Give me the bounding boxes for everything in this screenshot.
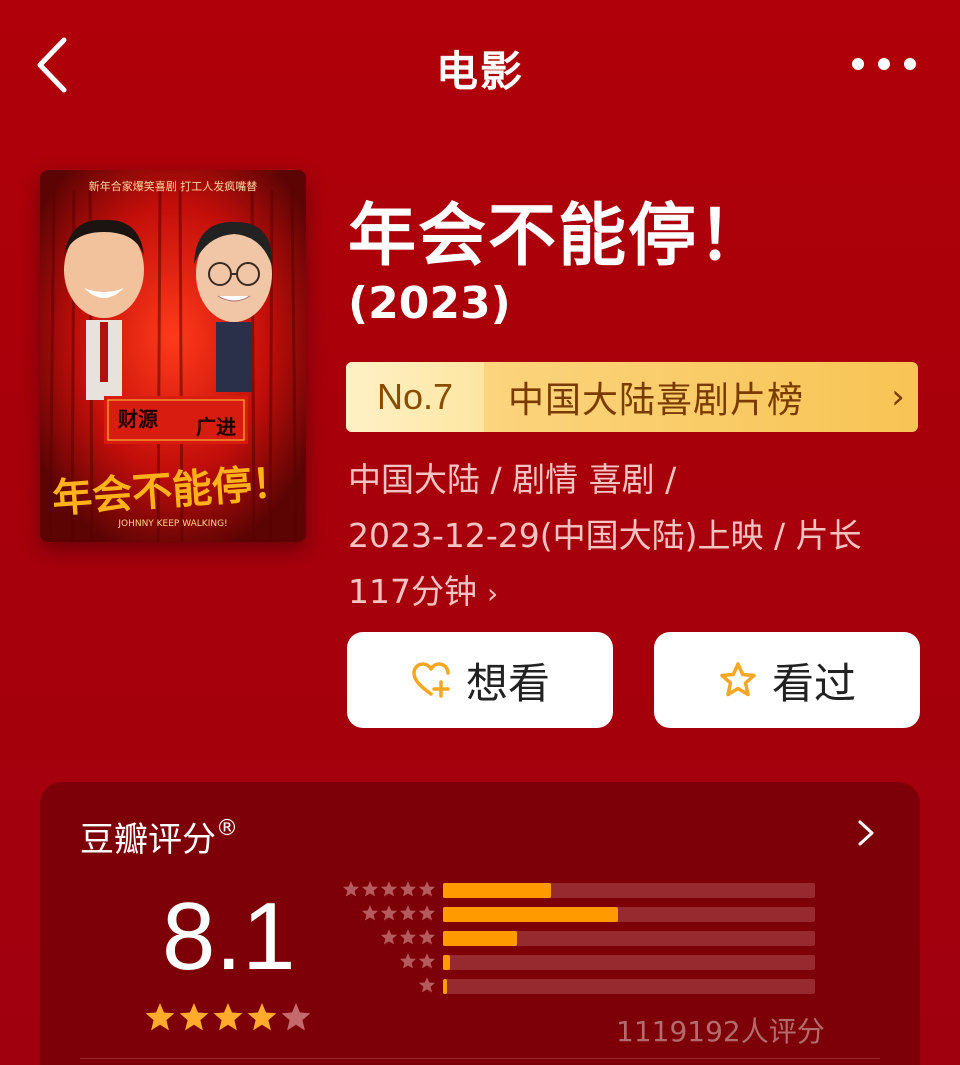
small-star-icon [399, 953, 417, 969]
rating-bar-fill [443, 955, 450, 970]
poster-subtitle-art: JOHNNY KEEP WALKING! [117, 519, 227, 529]
star-filled-icon [179, 1003, 209, 1031]
divider [80, 1058, 880, 1059]
star-filled-icon [213, 1003, 243, 1031]
rating-bar-track [443, 955, 815, 970]
rating-row-2-star [336, 952, 826, 972]
small-star-icon [418, 881, 436, 897]
small-star-icon [399, 929, 417, 945]
poster-sign-right: 广进 [196, 415, 236, 439]
rating-row-5-star [336, 880, 826, 900]
rating-row-stars [380, 928, 436, 948]
rating-bar-track [443, 979, 815, 994]
small-star-icon [399, 905, 417, 921]
rating-count: 1119192人评分 [616, 1015, 825, 1048]
rating-bar-fill [443, 979, 447, 994]
chevron-right-icon[interactable] [854, 818, 878, 848]
small-star-icon [418, 929, 436, 945]
registered-mark: ® [216, 815, 238, 841]
watched-label: 看过 [771, 658, 856, 708]
small-star-icon [418, 953, 436, 969]
poster-sign-left: 财源 [118, 407, 158, 431]
rating-bar-fill [443, 883, 551, 898]
rank-list-name: 中国大陆喜剧片榜 [508, 380, 805, 421]
rating-title: 豆瓣评分® [80, 812, 238, 861]
want-to-watch-button[interactable]: 想看 [347, 632, 613, 728]
page-title: 电影 [435, 47, 524, 96]
top-bar: 电影 [0, 0, 960, 130]
rank-number: No.7 [346, 362, 484, 432]
rating-row-stars [361, 904, 436, 924]
movie-meta[interactable]: 中国大陆 / 剧情 喜剧 / 2023-12-29(中国大陆)上映 / 片长 1… [348, 452, 928, 622]
meta-duration-line: 117分钟 › [348, 564, 928, 622]
star-empty-icon [281, 1003, 311, 1031]
small-star-icon [361, 881, 379, 897]
rating-bar-track [443, 883, 815, 898]
score-stars [144, 1001, 312, 1033]
watched-button[interactable]: 看过 [654, 632, 920, 728]
chevron-right-icon: › [891, 377, 905, 417]
movie-year: (2023) [348, 278, 511, 329]
rank-badge[interactable]: No.7 中国大陆喜剧片榜 › [346, 362, 918, 432]
chevron-right-icon: › [487, 577, 499, 610]
small-star-icon [380, 905, 398, 921]
rating-row-4-star [336, 904, 826, 924]
rating-title-text: 豆瓣评分 [80, 820, 216, 860]
small-star-icon [418, 977, 436, 993]
rating-bar-track [443, 907, 815, 922]
small-star-icon [380, 929, 398, 945]
rating-bar-fill [443, 907, 618, 922]
rating-score: 8.1 [162, 883, 296, 990]
small-star-icon [380, 881, 398, 897]
meta-region-genre: 中国大陆 / 剧情 喜剧 / [348, 460, 677, 499]
rating-row-3-star [336, 928, 826, 948]
movie-poster[interactable]: 新年合家爆笑喜剧 打工人发疯嘴替 财源 广进 年会不能停！ JOHNNY KEE… [40, 170, 306, 542]
small-star-icon [399, 881, 417, 897]
rating-row-stars [342, 880, 436, 900]
poster-tagline: 新年合家爆笑喜剧 打工人发疯嘴替 [89, 179, 258, 193]
small-star-icon [342, 881, 360, 897]
poster-image: 新年合家爆笑喜剧 打工人发疯嘴替 财源 广进 年会不能停！ JOHNNY KEE… [40, 170, 306, 542]
star-outline-icon [720, 662, 756, 697]
small-star-icon [361, 905, 379, 921]
meta-release-date: 2023-12-29(中国大陆)上映 / 片长 [348, 516, 862, 555]
star-filled-icon [247, 1003, 277, 1031]
heart-plus-icon [412, 662, 450, 698]
star-filled-icon [145, 1003, 175, 1031]
more-button[interactable] [848, 48, 920, 80]
want-to-watch-label: 想看 [465, 658, 550, 708]
rating-card[interactable]: 豆瓣评分® 8.1 1119192人评分 [40, 782, 920, 1065]
rating-bar-fill [443, 931, 517, 946]
rating-bar-track [443, 931, 815, 946]
movie-title: 年会不能停！ [348, 197, 769, 276]
small-star-icon [418, 905, 436, 921]
rating-row-1-star [336, 976, 826, 996]
rating-row-stars [418, 976, 436, 996]
meta-duration: 117分钟 [348, 572, 477, 611]
rating-row-stars [399, 952, 436, 972]
more-dots-icon [852, 58, 916, 70]
